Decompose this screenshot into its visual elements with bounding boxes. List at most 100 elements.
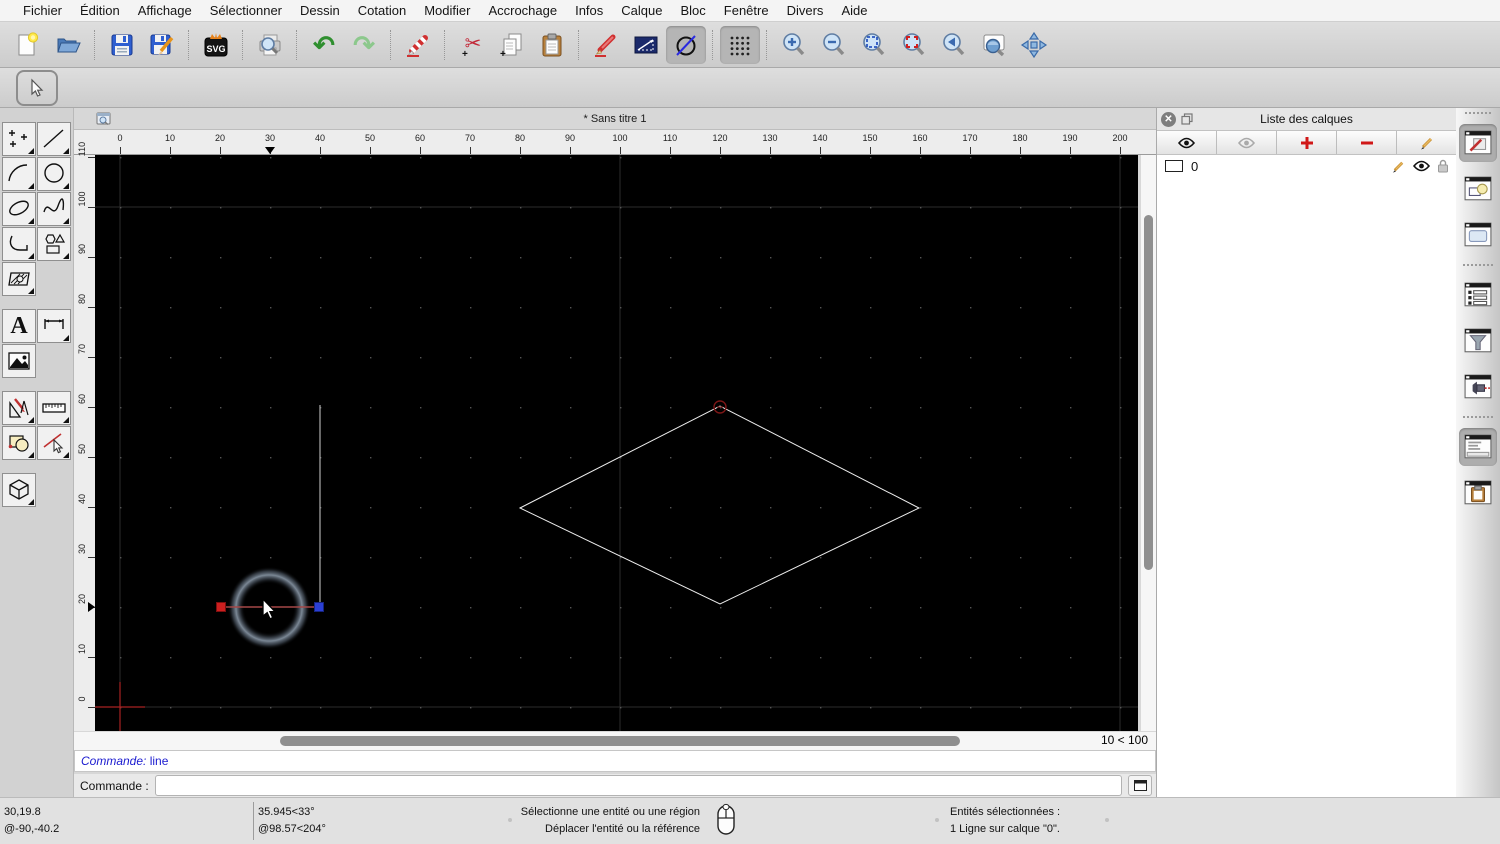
menu-modifier[interactable]: Modifier (415, 0, 479, 22)
select-entity-tool-button[interactable] (37, 426, 71, 460)
horizontal-scrollbar[interactable]: 10 < 100 (74, 731, 1156, 750)
block-list-dock-button[interactable] (1459, 170, 1497, 208)
command-detach-button[interactable] (1128, 775, 1152, 796)
layer-color-swatch[interactable] (1165, 160, 1183, 172)
h-ruler-label: 100 (612, 133, 628, 143)
spline-tool-button[interactable] (37, 192, 71, 226)
drawing-canvas[interactable] (95, 155, 1138, 731)
h-ruler-label: 140 (812, 133, 828, 143)
menu-accrochage[interactable]: Accrochage (479, 0, 566, 22)
draft-mode-button[interactable] (666, 25, 706, 64)
vertical-scrollbar-thumb[interactable] (1144, 215, 1153, 570)
svg-export-button[interactable]: SVG (196, 26, 236, 64)
line-tool-button[interactable] (37, 122, 71, 156)
coordinates-display: 30,19.8 @-90,-40.2 (4, 804, 59, 838)
h-ruler-label: 10 (164, 133, 175, 143)
command-line-dock-button[interactable] (1459, 428, 1497, 466)
zoom-out-button[interactable] (814, 26, 854, 64)
filter-dock-button[interactable] (1459, 322, 1497, 360)
undo-button[interactable]: ↶ (304, 26, 344, 64)
ellipse-tool-button[interactable] (2, 192, 36, 226)
cut-button[interactable]: ✂ + (452, 26, 492, 64)
image-tool-button[interactable] (2, 344, 36, 378)
document-tab-bar: * Sans titre 1 (74, 108, 1156, 130)
save-icon (111, 34, 133, 55)
copy-icon: + (500, 33, 522, 59)
remove-layer-button[interactable] (1337, 131, 1397, 154)
layer-lock-icon[interactable] (1437, 159, 1449, 173)
v-ruler-label: 80 (77, 294, 87, 305)
print-preview-button[interactable] (250, 26, 290, 64)
h-ruler-label: 30 (264, 133, 275, 143)
menu-affichage[interactable]: Affichage (129, 0, 201, 22)
v-ruler-label: 90 (77, 244, 87, 255)
command-widget-dock-button[interactable] (1459, 368, 1497, 406)
active-tool-select-button[interactable] (16, 69, 58, 106)
copy-button[interactable]: + (492, 26, 532, 64)
filter-dock-icon (1464, 328, 1492, 353)
clipboard-dock-button[interactable] (1459, 474, 1497, 512)
zoom-window-icon (983, 34, 1005, 56)
relative-polar: @98.57<204° (258, 823, 326, 835)
pen-attributes-button[interactable] (586, 26, 626, 64)
layer-visible-icon[interactable] (1413, 160, 1430, 172)
layer-list-dock-button[interactable] (1459, 124, 1497, 162)
paste-button[interactable] (532, 26, 572, 64)
eye-closed-icon (1238, 137, 1255, 148)
menu-edition[interactable]: Édition (71, 0, 129, 22)
menu-fenetre[interactable]: Fenêtre (715, 0, 778, 22)
zoom-selection-button[interactable] (894, 26, 934, 64)
menu-selectionner[interactable]: Sélectionner (201, 0, 291, 22)
modify-tool-button[interactable] (2, 391, 36, 425)
block-tool-button[interactable] (2, 426, 36, 460)
polygon-tool-button[interactable] (37, 227, 71, 261)
dimension-tool-button[interactable] (37, 309, 71, 343)
menu-infos[interactable]: Infos (566, 0, 612, 22)
zoom-in-button[interactable] (774, 26, 814, 64)
canvas-svg (95, 155, 1138, 731)
library-browser-dock-button[interactable] (1459, 216, 1497, 254)
polyline-tool-button[interactable] (2, 227, 36, 261)
hide-all-layers-button[interactable] (1217, 131, 1277, 154)
menu-bloc[interactable]: Bloc (671, 0, 714, 22)
layer-row[interactable]: 0 (1157, 155, 1456, 177)
hatch-tool-button[interactable] (2, 262, 36, 296)
text-tool-icon: A (10, 313, 28, 339)
edit-layer-button[interactable] (1397, 131, 1456, 154)
zoom-window-button[interactable] (974, 26, 1014, 64)
menu-fichier[interactable]: Fichier (14, 0, 71, 22)
menu-divers[interactable]: Divers (778, 0, 833, 22)
menu-aide[interactable]: Aide (832, 0, 876, 22)
circle-tool-button[interactable] (37, 157, 71, 191)
arc-tool-button[interactable] (2, 157, 36, 191)
points-tool-button[interactable] (2, 122, 36, 156)
menu-calque[interactable]: Calque (612, 0, 671, 22)
layer-edit-icon[interactable] (1391, 159, 1406, 174)
save-button[interactable] (102, 26, 142, 64)
entity-list-dock-button[interactable] (1459, 276, 1497, 314)
horizontal-scrollbar-thumb[interactable] (280, 736, 960, 746)
zoom-auto-button[interactable] (854, 26, 894, 64)
layer-panel-titlebar: ✕ Liste des calques (1157, 108, 1456, 131)
clipboard-dock-icon (1464, 480, 1492, 505)
delete-button[interactable] (398, 26, 438, 64)
menu-cotation[interactable]: Cotation (349, 0, 415, 22)
cube-3d-tool-button[interactable] (2, 473, 36, 507)
pan-button[interactable] (1014, 26, 1054, 64)
grid-toggle-button[interactable] (720, 25, 760, 64)
redo-button[interactable]: ↷ (344, 26, 384, 64)
cut-icon: ✂+ (462, 31, 481, 59)
zoom-previous-button[interactable] (934, 26, 974, 64)
text-tool-button[interactable]: A (2, 309, 36, 343)
command-input[interactable] (154, 775, 1122, 796)
measure-tool-button[interactable] (37, 391, 71, 425)
distance-attributes-button[interactable] (626, 26, 666, 64)
h-ruler-label: 180 (1012, 133, 1028, 143)
new-file-button[interactable] (8, 26, 48, 64)
show-all-layers-button[interactable] (1157, 131, 1217, 154)
save-as-button[interactable] (142, 26, 182, 64)
vertical-scrollbar[interactable] (1140, 155, 1156, 731)
menu-dessin[interactable]: Dessin (291, 0, 349, 22)
open-file-button[interactable] (48, 26, 88, 64)
add-layer-button[interactable] (1277, 131, 1337, 154)
